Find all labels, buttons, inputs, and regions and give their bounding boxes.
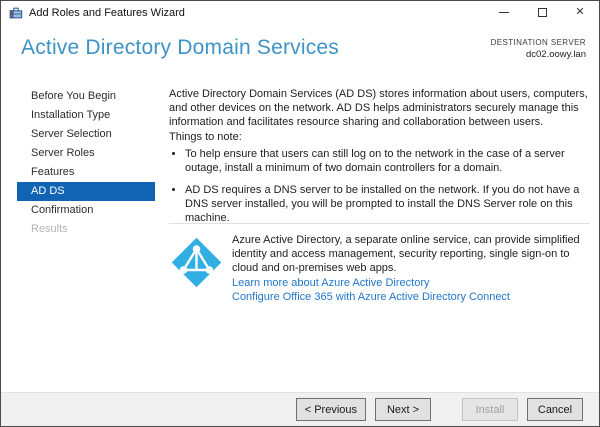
- link-learn-more-azure-ad[interactable]: Learn more about Azure Active Directory: [232, 276, 590, 290]
- sidebar-item-server-selection[interactable]: Server Selection: [17, 125, 155, 144]
- section-divider: [169, 223, 590, 224]
- sidebar-item-results: Results: [31, 223, 68, 235]
- sidebar-item-before-you-begin[interactable]: Before You Begin: [17, 87, 155, 106]
- sidebar-item-confirmation[interactable]: Confirmation: [17, 201, 155, 220]
- wizard-steps-sidebar: Before You Begin Installation Type Serve…: [1, 87, 161, 239]
- cancel-button[interactable]: Cancel: [527, 398, 583, 421]
- next-button[interactable]: Next >: [375, 398, 431, 421]
- close-icon[interactable]: ✕: [561, 1, 599, 24]
- notes-list: To help ensure that users can still log …: [173, 147, 585, 233]
- previous-button[interactable]: < Previous: [295, 398, 366, 421]
- azure-ad-section: Azure Active Directory, a separate onlin…: [169, 233, 590, 304]
- sidebar-item-installation-type[interactable]: Installation Type: [17, 106, 155, 125]
- destination-server-block: DESTINATION SERVER dc02.oowy.lan: [491, 38, 586, 60]
- window-title: Add Roles and Features Wizard: [29, 6, 185, 19]
- note-item: To help ensure that users can still log …: [185, 147, 585, 175]
- install-button: Install: [462, 398, 518, 421]
- link-configure-office-365[interactable]: Configure Office 365 with Azure Active D…: [232, 290, 590, 304]
- titlebar: Add Roles and Features Wizard ✕: [1, 1, 599, 24]
- azure-active-directory-icon: [171, 237, 222, 288]
- minimize-icon[interactable]: [485, 1, 523, 24]
- sidebar-item-features[interactable]: Features: [17, 163, 155, 182]
- sidebar-item-server-roles[interactable]: Server Roles: [17, 144, 155, 163]
- destination-server-label: DESTINATION SERVER: [490, 38, 586, 47]
- page-title: Active Directory Domain Services: [21, 36, 339, 59]
- wizard-footer: < Previous Next > Install Cancel: [1, 392, 599, 426]
- wizard-app-icon: [9, 7, 23, 18]
- note-item: AD DS requires a DNS server to be instal…: [185, 183, 585, 225]
- azure-description: Azure Active Directory, a separate onlin…: [232, 234, 580, 274]
- destination-server-value: dc02.oowy.lan: [525, 49, 586, 60]
- maximize-icon[interactable]: [523, 1, 561, 24]
- sidebar-item-ad-ds[interactable]: AD DS: [17, 182, 155, 201]
- things-to-note-heading: Things to note:: [169, 131, 242, 143]
- add-roles-wizard-window: Add Roles and Features Wizard ✕ Active D…: [0, 0, 600, 427]
- intro-paragraph: Active Directory Domain Services (AD DS)…: [169, 88, 588, 128]
- wizard-header: Active Directory Domain Services DESTINA…: [1, 24, 599, 81]
